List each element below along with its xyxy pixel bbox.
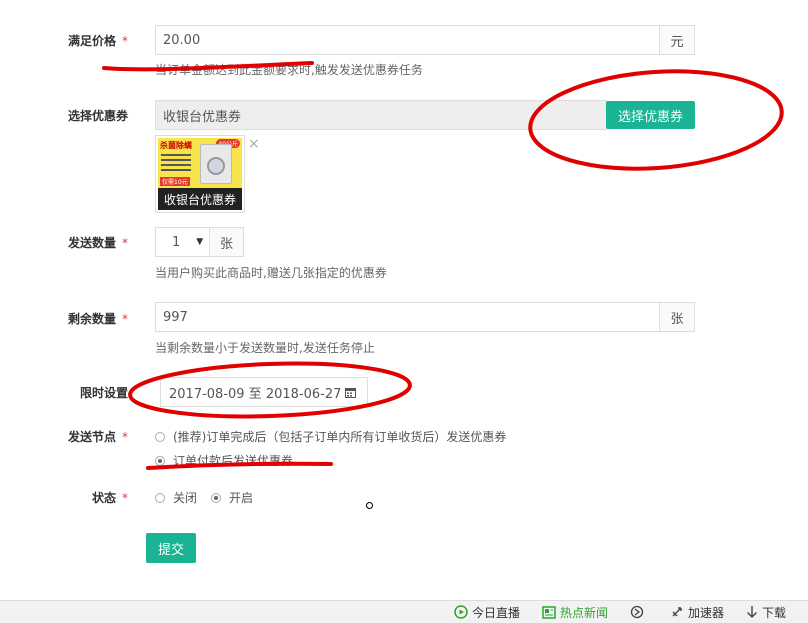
dropdown-arrow-icon: ▼ [196, 237, 204, 247]
required-mark: * [122, 34, 128, 48]
radio-label: 开启 [229, 491, 254, 505]
time-limit-label: 限时设置 [79, 386, 128, 400]
download-arrow-icon [746, 605, 758, 619]
play-circle-icon [454, 605, 468, 619]
remove-coupon-icon[interactable]: × [248, 137, 260, 151]
status-label: 状态 * [91, 491, 128, 505]
refresh-icon [630, 605, 644, 619]
send-node-label: 发送节点 * [67, 430, 128, 444]
remaining-help: 当剩余数量小于发送数量时,发送任务停止 [155, 341, 375, 355]
remaining-input[interactable]: 997 [155, 302, 660, 332]
radio-button[interactable] [155, 492, 165, 503]
coupon-input: 收银台优惠券 [155, 100, 607, 130]
required-mark: * [122, 236, 128, 250]
status-option-on[interactable]: 开启 [211, 489, 253, 506]
price-label: 满足价格 * [67, 34, 128, 48]
price-value: 20.00 [163, 32, 201, 48]
bottombar-label: 加速器 [687, 605, 724, 620]
rocket-icon [670, 605, 684, 619]
radio-button-selected[interactable] [155, 455, 165, 466]
thumb-banner: 杀菌除螨 [160, 141, 192, 150]
washing-machine-icon [200, 144, 232, 184]
cursor-indicator [366, 502, 373, 509]
remaining-label: 剩余数量 * [67, 312, 128, 326]
required-mark: * [122, 312, 128, 326]
status-option-off[interactable]: 关闭 [155, 489, 197, 506]
bottombar-label: 今日直播 [471, 605, 520, 620]
send-node-option-paid[interactable]: 订单付款后发送优惠券 [155, 452, 293, 469]
date-range-input[interactable]: 2017-08-09 至 2018-06-27 [160, 377, 368, 407]
coupon-label: 选择优惠券 [67, 109, 128, 123]
required-mark: * [122, 430, 128, 444]
remaining-unit: 张 [660, 302, 695, 332]
radio-label: 关闭 [173, 491, 198, 505]
send-count-select[interactable]: 1 ▼ [155, 227, 210, 257]
radio-button[interactable] [155, 431, 165, 442]
remaining-value: 997 [163, 309, 188, 325]
thumb-price: 仅需10元 [160, 177, 190, 186]
price-unit: 元 [660, 25, 695, 55]
price-input[interactable]: 20.00 [155, 25, 660, 55]
calendar-icon [345, 387, 357, 398]
send-count-value: 1 [172, 234, 181, 250]
radio-label: (推荐)订单完成后（包括子订单内所有订单收货后）发送优惠券 [173, 430, 507, 444]
hot-news-item[interactable]: 热点新闻 [542, 604, 608, 621]
radio-label: 订单付款后发送优惠券 [173, 454, 294, 468]
live-today-item[interactable]: 今日直播 [454, 604, 520, 621]
send-count-label: 发送数量 * [67, 236, 128, 250]
submit-button[interactable]: 提交 [146, 533, 196, 563]
bottombar-label: 下载 [761, 605, 786, 620]
select-coupon-button[interactable]: 选择优惠券 [606, 101, 695, 129]
coupon-thumbnail-image: 杀菌除螨 40公斤 仅需10元 [158, 138, 242, 188]
send-count-unit: 张 [210, 227, 244, 257]
required-mark: * [122, 491, 128, 505]
send-count-help: 当用户购买此商品时,赠送几张指定的优惠券 [155, 266, 387, 280]
download-item[interactable]: 下载 [746, 604, 786, 621]
browser-status-bar: 今日直播 热点新闻 加速器 下载 [0, 600, 808, 623]
refresh-item[interactable] [630, 605, 648, 619]
coupon-value: 收银台优惠券 [163, 109, 242, 125]
coupon-thumbnail-caption: 收银台优惠券 [158, 188, 242, 210]
bottombar-label: 热点新闻 [559, 605, 608, 620]
send-node-option-complete[interactable]: (推荐)订单完成后（包括子订单内所有订单收货后）发送优惠券 [155, 428, 506, 445]
thumb-lines [161, 154, 191, 156]
news-icon [542, 605, 556, 619]
date-range-value: 2017-08-09 至 2018-06-27 [169, 386, 342, 402]
price-help: 当订单金额达到此金额要求时,触发发送优惠券任务 [155, 63, 423, 77]
coupon-thumbnail[interactable]: 杀菌除螨 40公斤 仅需10元 收银台优惠券 [155, 135, 245, 213]
radio-button-selected[interactable] [211, 492, 221, 503]
accelerator-item[interactable]: 加速器 [670, 604, 724, 621]
